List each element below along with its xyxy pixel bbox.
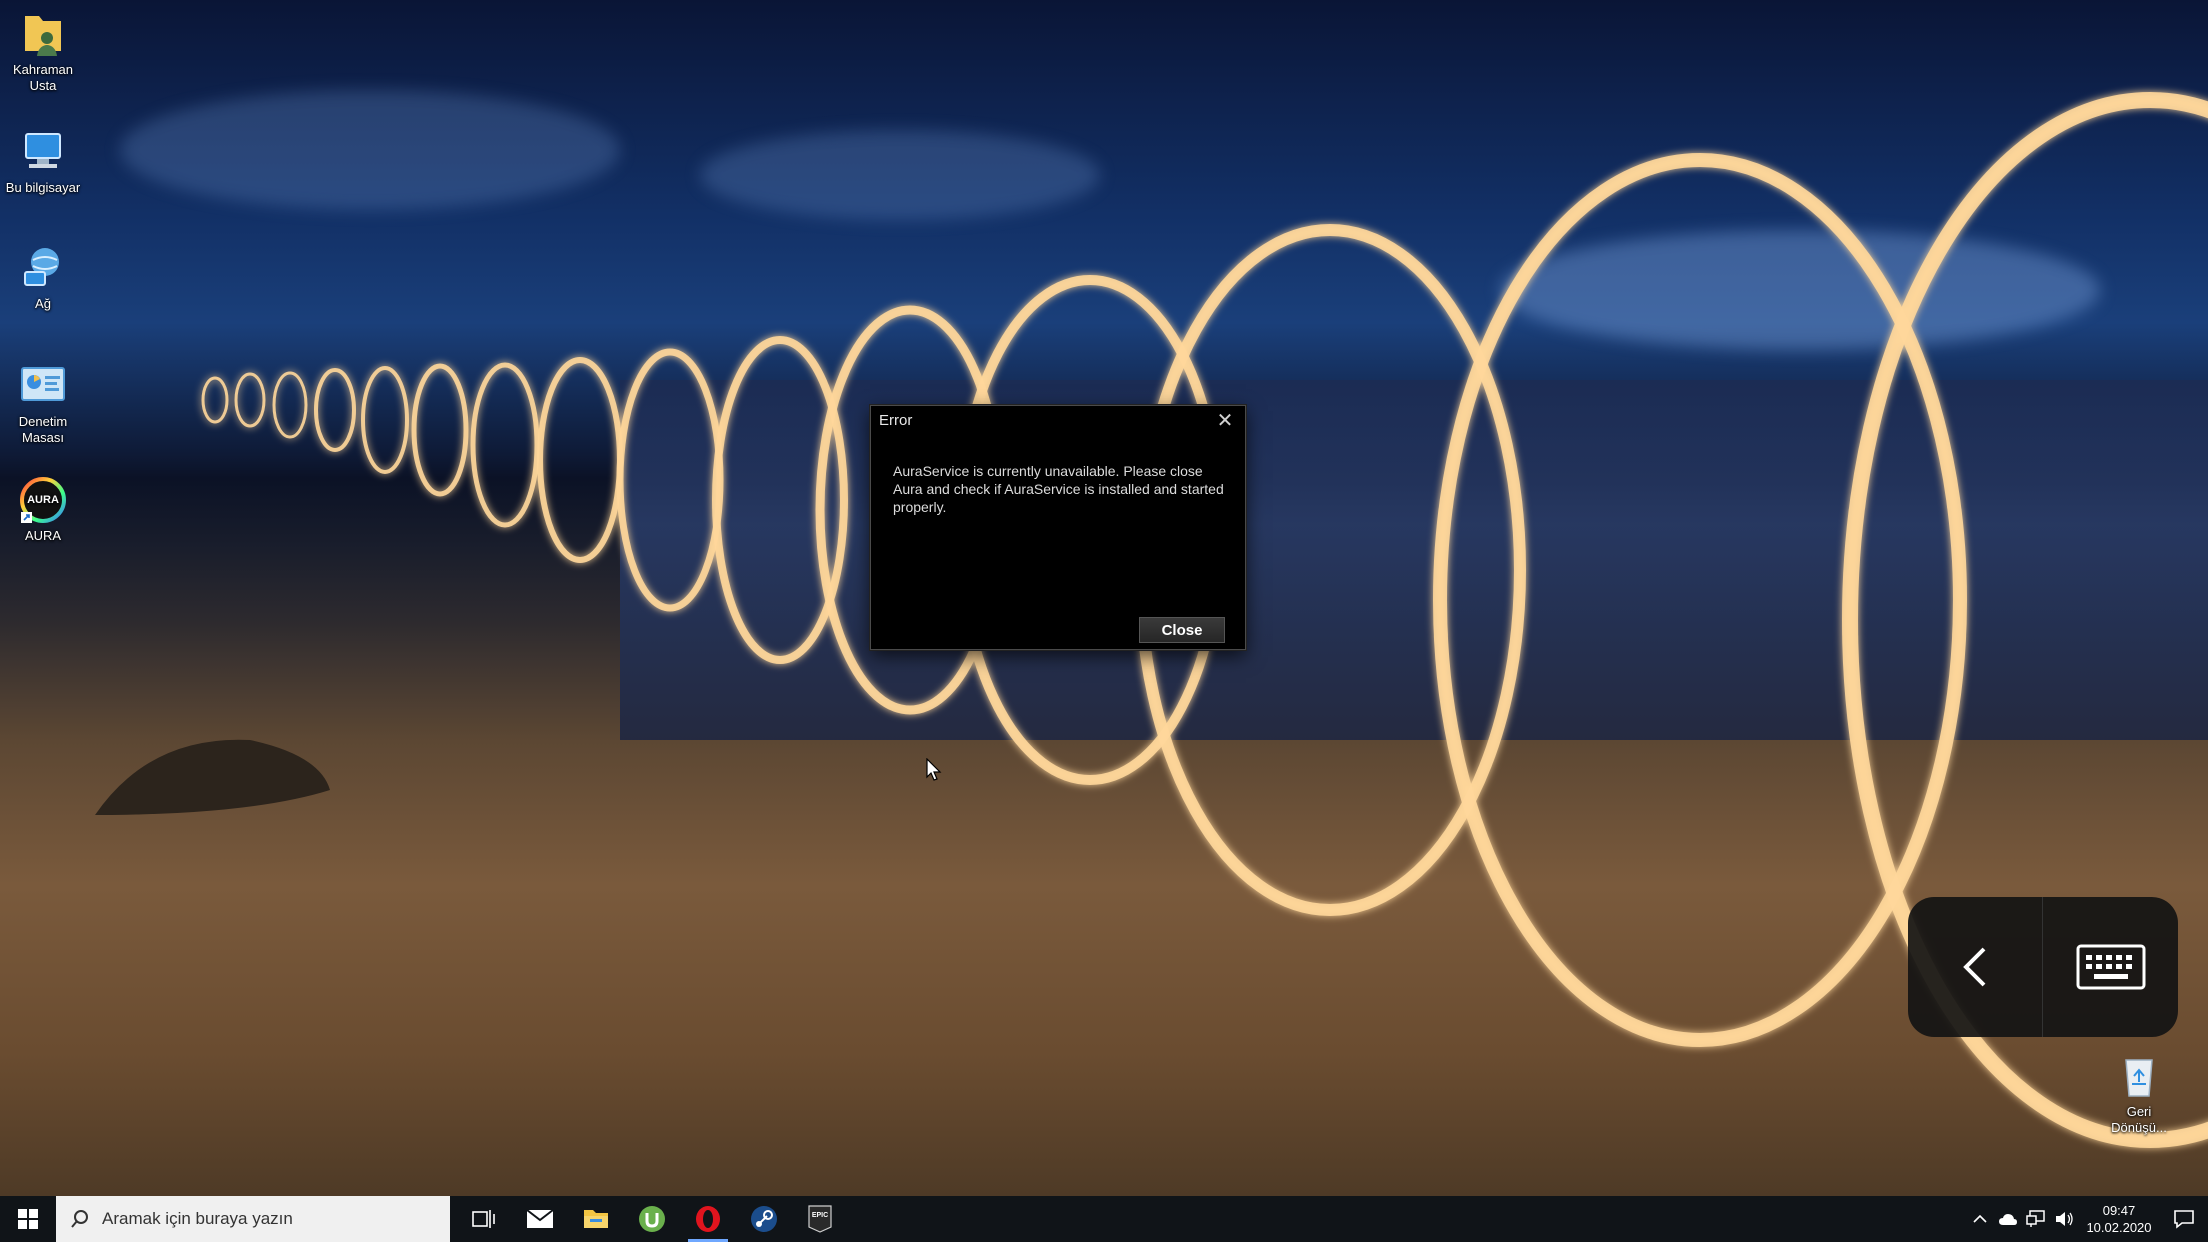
opera-icon (696, 1206, 720, 1232)
task-view-icon (472, 1210, 495, 1228)
close-icon[interactable]: ✕ (1213, 408, 1237, 432)
desktop-icon-label: AURA (24, 528, 62, 543)
epic-games-icon: EPIC (808, 1205, 832, 1233)
start-button[interactable] (0, 1196, 56, 1242)
taskbar-opera[interactable] (680, 1196, 736, 1242)
system-tray: 09:47 10.02.2020 (1966, 1196, 2208, 1242)
recycle-bin-icon (2115, 1052, 2163, 1100)
steam-icon (751, 1206, 777, 1232)
action-center-button[interactable] (2160, 1196, 2208, 1242)
aura-icon: AURA (19, 476, 67, 524)
touch-keyboard-button[interactable] (2043, 897, 2178, 1037)
desktop-icon-this-pc[interactable]: Bu bilgisayar (0, 128, 86, 196)
network-status-icon (2026, 1210, 2045, 1227)
desktop-icon-label: Kahraman Usta (13, 62, 73, 93)
onedrive-tray[interactable] (1994, 1196, 2022, 1242)
utorrent-icon (639, 1206, 665, 1232)
taskbar-epic-games[interactable]: EPIC (792, 1196, 848, 1242)
search-icon (70, 1209, 90, 1229)
desktop-icon-recycle-bin[interactable]: Geri Dönüşü... (2096, 1052, 2182, 1136)
speaker-icon (2056, 1212, 2073, 1226)
taskbar-file-explorer[interactable] (568, 1196, 624, 1242)
show-hidden-icons-button[interactable] (1966, 1196, 1994, 1242)
taskbar-mail[interactable] (512, 1196, 568, 1242)
clock-time: 09:47 (2102, 1203, 2136, 1218)
control-panel-icon (19, 362, 67, 410)
error-dialog: Error ✕ AuraService is currently unavail… (870, 405, 1246, 650)
chevron-left-icon (1963, 947, 1986, 987)
volume-tray[interactable] (2050, 1196, 2078, 1242)
file-explorer-icon (584, 1210, 608, 1228)
desktop-icon-network[interactable]: Ağ (0, 244, 86, 312)
computer-icon (19, 128, 67, 176)
aura-logo-text: AURA (27, 494, 59, 506)
touch-side-panel (1908, 897, 2178, 1037)
task-view-button[interactable] (456, 1196, 512, 1242)
taskbar: Aramak için buraya yazın EPIC 09:47 10.0… (0, 1196, 2208, 1242)
dialog-titlebar[interactable]: Error ✕ (871, 406, 1245, 434)
epic-logo-text: EPIC (812, 1212, 828, 1219)
network-icon (19, 244, 67, 292)
network-tray[interactable] (2022, 1196, 2050, 1242)
desktop-icon-user-folder[interactable]: Kahraman Usta (0, 10, 86, 94)
dialog-title: Error (879, 411, 913, 429)
close-button[interactable]: Close (1139, 617, 1225, 643)
user-folder-icon (19, 10, 67, 58)
taskbar-clock[interactable]: 09:47 10.02.2020 (2078, 1202, 2160, 1236)
windows-logo-icon (18, 1209, 38, 1229)
clock-date: 10.02.2020 (2086, 1220, 2152, 1235)
mail-icon (526, 1209, 554, 1228)
cloud-icon (1999, 1214, 2017, 1225)
search-placeholder: Aramak için buraya yazın (102, 1209, 293, 1228)
mouse-cursor-icon (926, 757, 942, 787)
desktop-icon-control-panel[interactable]: Denetim Masası (0, 362, 86, 446)
desktop-icon-label: Geri Dönüşü... (2111, 1104, 2167, 1135)
error-message: AuraService is currently unavailable. Pl… (893, 463, 1224, 515)
taskbar-steam[interactable] (736, 1196, 792, 1242)
desktop-icon-label: Ağ (35, 296, 51, 311)
collapse-panel-button[interactable] (1908, 897, 2043, 1037)
search-box[interactable]: Aramak için buraya yazın (56, 1196, 450, 1242)
keyboard-icon (2076, 944, 2145, 990)
desktop-icon-label: Bu bilgisayar (5, 180, 81, 195)
notification-icon (2174, 1210, 2194, 1229)
desktop-icon-aura[interactable]: AURA AURA (0, 476, 86, 544)
taskbar-utorrent[interactable] (624, 1196, 680, 1242)
chevron-up-icon (1973, 1214, 1987, 1223)
desktop-icon-label: Denetim Masası (18, 414, 68, 445)
